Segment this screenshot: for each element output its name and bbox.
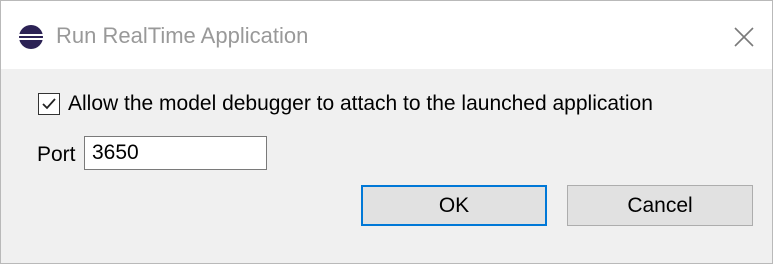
window-title: Run RealTime Application <box>56 23 309 48</box>
debugger-checkbox[interactable] <box>38 93 60 115</box>
port-label: Port <box>37 143 76 166</box>
close-icon[interactable] <box>726 19 762 55</box>
port-field[interactable] <box>84 136 267 170</box>
debugger-checkbox-label[interactable]: Allow the model debugger to attach to th… <box>68 89 653 119</box>
dialog-window: Run RealTime Application Allow the model… <box>0 0 773 264</box>
ok-button[interactable]: OK <box>361 185 547 226</box>
eclipse-icon <box>18 24 44 50</box>
cancel-button[interactable]: Cancel <box>567 185 753 226</box>
checkmark-icon <box>42 98 56 110</box>
title-bar[interactable]: Run RealTime Application <box>1 1 772 69</box>
dialog-body: Allow the model debugger to attach to th… <box>1 69 772 263</box>
